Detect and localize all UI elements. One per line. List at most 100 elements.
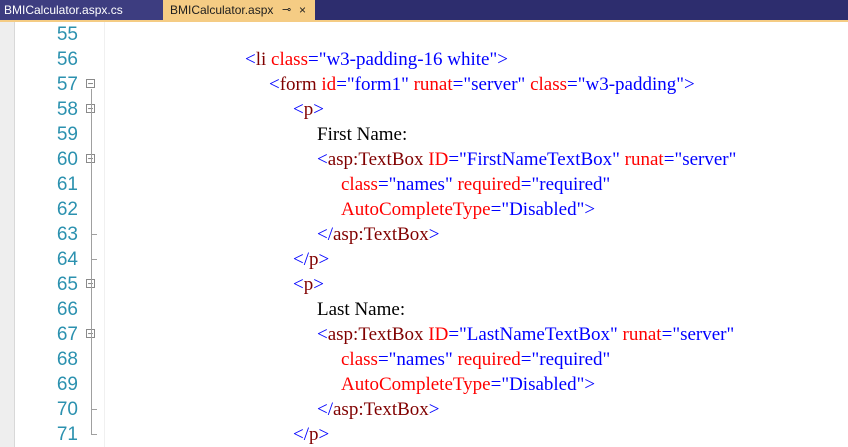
code-token: class [530,74,567,95]
code-token: ID [428,149,449,170]
code-line[interactable]: 61 class="names" required="required" [0,172,848,197]
tab-label: BMICalculator.aspx [170,3,274,17]
code-line[interactable]: 71 </p> [0,422,848,447]
code-line[interactable]: 59 First Name: [0,122,848,147]
line-number: 60 [56,149,78,170]
code-token: p [309,249,319,270]
code-token: form [279,74,317,95]
code-text: class="names" required="required" [341,172,610,197]
code-token: p [309,424,319,445]
code-token: > [584,374,596,395]
code-token: "w3-padding-16 white" [318,49,498,70]
code-text: <p> [293,97,324,122]
collapse-icon[interactable]: − [86,79,95,90]
code-line[interactable]: 55 [0,22,848,47]
code-token: </ [293,424,309,445]
code-token: > [428,399,440,420]
code-token: < [245,49,256,70]
code-line[interactable]: 66 Last Name: [0,297,848,322]
code-token: = [490,374,502,395]
code-token: class [341,349,378,370]
code-token: = [336,74,347,95]
code-token: "server" [672,324,735,345]
line-number: 68 [56,349,78,370]
code-line[interactable]: 64 </p> [0,247,848,272]
line-number: 62 [56,199,78,220]
code-text: AutoCompleteType="Disabled"> [341,372,595,397]
tab-label: BMICalculator.aspx.cs [4,3,123,17]
code-token: </ [293,249,309,270]
code-token: runat [413,74,453,95]
code-token: asp:TextBox [327,149,424,170]
code-line[interactable]: 57− <form id="form1" runat="server" class… [0,72,848,97]
code-token: < [317,149,328,170]
line-number: 55 [56,24,78,45]
code-token: > [684,74,695,95]
code-token: > [584,199,596,220]
code-line[interactable]: 56 <li class="w3-padding-16 white"> [0,47,848,72]
line-number: 71 [56,424,78,445]
code-token: > [318,424,330,445]
close-icon[interactable]: × [299,0,306,20]
code-text: </p> [293,422,329,447]
code-line[interactable]: 68 class="names" required="required" [0,347,848,372]
code-editor[interactable]: 55 56 <li class="w3-padding-16 white"> 57− <… [0,22,848,447]
code-token: = [448,324,460,345]
code-text: </p> [293,247,329,272]
code-token: > [313,274,324,295]
code-token: > [428,224,440,245]
code-token: = [520,349,532,370]
code-line[interactable]: 69 AutoCompleteType="Disabled"> [0,372,848,397]
pin-icon[interactable]: ⊸ [282,0,291,20]
line-number: 58 [56,99,78,120]
code-token: class [271,49,308,70]
code-token: class [341,174,378,195]
code-text: <p> [293,272,324,297]
fold-end-marker [91,434,97,435]
code-token: runat [622,324,662,345]
code-token: "required" [531,349,611,370]
code-token: = [520,174,532,195]
line-number: 69 [56,374,78,395]
code-token: > [313,99,324,120]
line-number: 59 [56,124,78,145]
code-line[interactable]: 62 AutoCompleteType="Disabled"> [0,197,848,222]
code-token: = [567,74,578,95]
code-token: "Disabled" [501,199,585,220]
line-number: 65 [56,274,78,295]
line-number: 70 [56,399,78,420]
code-line[interactable]: 67−<asp:TextBox ID="LastNameTextBox" run… [0,322,848,347]
tab-bmicalculator-aspx[interactable]: BMICalculator.aspx ⊸ × [163,0,315,20]
code-token: = [663,149,675,170]
code-text: </asp:TextBox> [317,222,440,247]
code-token: </ [317,224,333,245]
code-token: ID [428,324,449,345]
code-token: AutoCompleteType [341,199,491,220]
code-line[interactable]: 63 </asp:TextBox> [0,222,848,247]
code-text: AutoCompleteType="Disabled"> [341,197,595,222]
code-token: = [377,174,389,195]
code-token: "names" [388,349,453,370]
code-token: "server" [674,149,737,170]
code-token: asp:TextBox [327,324,424,345]
tab-bmicalculator-aspx-cs[interactable]: BMICalculator.aspx.cs [0,0,163,20]
code-text: <asp:TextBox ID="LastNameTextBox" runat=… [317,322,734,347]
code-line[interactable]: 60−<asp:TextBox ID="FirstNameTextBox" ru… [0,147,848,172]
code-token: First Name: [317,124,408,145]
code-token: required [457,174,521,195]
code-token: "server" [463,74,526,95]
code-line[interactable]: 65−<p> [0,272,848,297]
code-token: "required" [531,174,611,195]
code-line[interactable]: 58−<p> [0,97,848,122]
document-tab-bar: BMICalculator.aspx.cs BMICalculator.aspx… [0,0,848,20]
code-token: = [490,199,502,220]
code-token: "Disabled" [501,374,585,395]
code-line[interactable]: 70 </asp:TextBox> [0,397,848,422]
code-text: </asp:TextBox> [317,397,440,422]
code-token: Last Name: [317,299,406,320]
code-token: = [307,49,319,70]
code-text: class="names" required="required" [341,347,610,372]
code-token: "form1" [346,74,409,95]
code-token: "w3-padding" [577,74,684,95]
code-token: li [255,49,267,70]
